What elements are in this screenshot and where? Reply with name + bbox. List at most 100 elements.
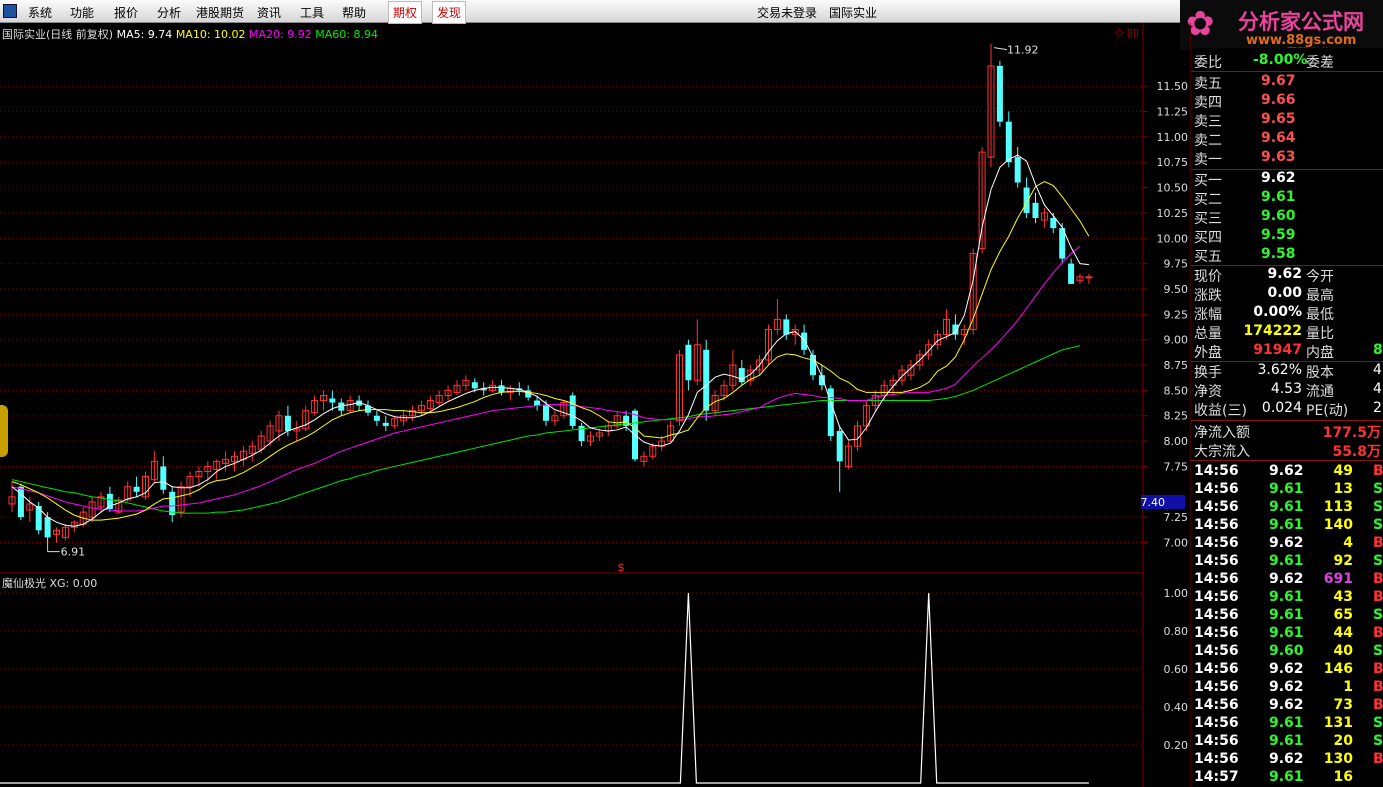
- candle-body: [471, 382, 478, 389]
- quote-label-2: 量比: [1306, 326, 1334, 342]
- bid-row[interactable]: 买二 9.61: [1191, 189, 1383, 208]
- tick-price: 9.61: [1269, 499, 1304, 515]
- tick-row[interactable]: 14:56 9.62 130 B: [1191, 751, 1383, 770]
- tick-side: B: [1373, 625, 1383, 641]
- menu-analysis[interactable]: 分析: [157, 4, 181, 21]
- current-price-marker-label: 7.40: [1141, 496, 1166, 509]
- menu-quote[interactable]: 报价: [114, 4, 138, 21]
- bid-row[interactable]: 买一 9.62: [1191, 170, 1383, 189]
- fund-row[interactable]: 换手 3.62%股本 4.: [1191, 362, 1383, 381]
- tick-row[interactable]: 14:56 9.61 44 B: [1191, 625, 1383, 644]
- tick-volume: 49: [1333, 463, 1353, 479]
- ask-row[interactable]: 卖五 9.67: [1191, 73, 1383, 92]
- price-tick-label: 11.50: [1157, 80, 1189, 93]
- menu-news[interactable]: 资讯: [257, 4, 281, 21]
- tick-row[interactable]: 14:56 9.62 1 B: [1191, 679, 1383, 698]
- tick-price: 9.60: [1269, 643, 1304, 659]
- ask-row[interactable]: 卖一 9.63: [1191, 149, 1383, 168]
- candle-body: [534, 400, 541, 406]
- candle-body: [801, 332, 808, 350]
- tick-row[interactable]: 14:56 9.61 131 S: [1191, 715, 1383, 734]
- weibi-row[interactable]: 委比 -8.00% 委差: [1191, 52, 1383, 71]
- tick-side: S: [1373, 481, 1383, 497]
- flow-row[interactable]: 大宗流入 55.8万: [1191, 441, 1383, 460]
- tick-price: 9.62: [1269, 661, 1304, 677]
- candle-body: [382, 422, 389, 426]
- quote-value: 0.00: [1267, 285, 1302, 301]
- tick-volume: 140: [1323, 517, 1353, 533]
- fund-value-2: 2: [1373, 400, 1382, 416]
- menu-hk-futures[interactable]: 港股期货: [196, 4, 244, 21]
- indicator-legend: 魔仙极光 XG: 0.00: [2, 575, 97, 591]
- tick-time: 14:56: [1194, 589, 1239, 605]
- ask-label: 卖四: [1194, 95, 1222, 111]
- indicator-tick-label: 0.40: [1164, 701, 1189, 714]
- fund-label-2: 流通: [1306, 384, 1334, 400]
- fund-label: 换手: [1194, 365, 1222, 381]
- tick-price: 9.61: [1269, 589, 1304, 605]
- bid-price: 9.61: [1261, 189, 1296, 205]
- kline-chart[interactable]: 11.50 11.25 11.00 10.75 10.50 10.25 10.00 9.75 9…: [0, 23, 1191, 787]
- tick-price: 9.62: [1269, 697, 1304, 713]
- menu-function[interactable]: 功能: [70, 4, 94, 21]
- tick-price: 9.62: [1269, 535, 1304, 551]
- ask-row[interactable]: 卖四 9.66: [1191, 92, 1383, 111]
- quote-row[interactable]: 现价 9.62 今开: [1191, 266, 1383, 285]
- ma60-label: MA60: 8.94: [315, 28, 378, 41]
- tick-time: 14:56: [1194, 517, 1239, 533]
- flow-label: 净流入额: [1194, 425, 1250, 441]
- side-expand-handle-icon[interactable]: [0, 405, 8, 457]
- tick-time: 14:56: [1194, 715, 1239, 731]
- tick-row[interactable]: 14:56 9.62 146 B: [1191, 661, 1383, 680]
- fund-row[interactable]: 净资 4.53流通 4.: [1191, 381, 1383, 400]
- tick-row[interactable]: 14:56 9.61 113 S: [1191, 499, 1383, 518]
- menu-tools[interactable]: 工具: [300, 4, 324, 21]
- tick-time: 14:56: [1194, 697, 1239, 713]
- trade-status[interactable]: 交易未登录: [757, 4, 817, 21]
- tick-row[interactable]: 14:56 9.61 20 S: [1191, 733, 1383, 752]
- tick-volume: 691: [1323, 571, 1353, 587]
- main-title: 国际实业(日线 前复权): [2, 28, 114, 41]
- bid-row[interactable]: 买五 9.58: [1191, 246, 1383, 265]
- ask-row[interactable]: 卖三 9.65: [1191, 111, 1383, 130]
- quote-label: 外盘: [1194, 345, 1222, 361]
- tick-row[interactable]: 14:56 9.62 691 B: [1191, 571, 1383, 590]
- app-logo-icon[interactable]: [3, 4, 17, 18]
- tick-row[interactable]: 14:56 9.61 92 S: [1191, 553, 1383, 572]
- separator-line: [1191, 420, 1383, 421]
- menu-help[interactable]: 帮助: [342, 4, 366, 21]
- bid-row[interactable]: 买四 9.59: [1191, 227, 1383, 246]
- quote-label-2: 今开: [1306, 269, 1334, 285]
- fund-row[interactable]: 收益(三) 0.024 PE(动) 2: [1191, 400, 1383, 419]
- bid-label: 买三: [1194, 211, 1222, 227]
- quote-row[interactable]: 涨幅 0.00% 最低: [1191, 304, 1383, 323]
- tick-row[interactable]: 14:57 9.61 16: [1191, 769, 1383, 787]
- price-tick-label: 10.00: [1157, 232, 1189, 245]
- quote-row[interactable]: 外盘 91947 内盘 8: [1191, 342, 1383, 361]
- ma20-line: [11, 246, 1081, 512]
- bid-row[interactable]: 买三 9.60: [1191, 208, 1383, 227]
- candle-body: [373, 415, 380, 421]
- quote-label-2: 最高: [1306, 288, 1334, 304]
- quote-row[interactable]: 涨跌 0.00 最高: [1191, 285, 1383, 304]
- quote-row[interactable]: 总量 174222 量比: [1191, 323, 1383, 342]
- candle-body: [569, 395, 576, 426]
- tick-row[interactable]: 14:56 9.62 49 B: [1191, 463, 1383, 482]
- window-controls-icon[interactable]: ◇ ▯▯: [1115, 26, 1139, 39]
- ask-row[interactable]: 卖二 9.64: [1191, 130, 1383, 149]
- brand-url: www.88gs.com: [1246, 33, 1357, 48]
- menu-options-button[interactable]: 期权: [388, 1, 423, 24]
- tick-row[interactable]: 14:56 9.60 40 S: [1191, 643, 1383, 662]
- menu-discover-button[interactable]: 发现: [432, 1, 467, 24]
- tick-row[interactable]: 14:56 9.62 73 B: [1191, 697, 1383, 716]
- tick-row[interactable]: 14:56 9.62 4 B: [1191, 535, 1383, 554]
- flow-row[interactable]: 净流入额 177.5万: [1191, 422, 1383, 441]
- tick-row[interactable]: 14:56 9.61 140 S: [1191, 517, 1383, 536]
- tick-time: 14:56: [1194, 643, 1239, 659]
- tick-row[interactable]: 14:56 9.61 13 S: [1191, 481, 1383, 500]
- tick-row[interactable]: 14:56 9.61 65 S: [1191, 607, 1383, 626]
- tick-row[interactable]: 14:56 9.61 43 B: [1191, 589, 1383, 608]
- menu-system[interactable]: 系统: [28, 4, 52, 21]
- price-tick-label: 9.00: [1164, 334, 1189, 347]
- quote-label-2: 内盘: [1306, 345, 1334, 361]
